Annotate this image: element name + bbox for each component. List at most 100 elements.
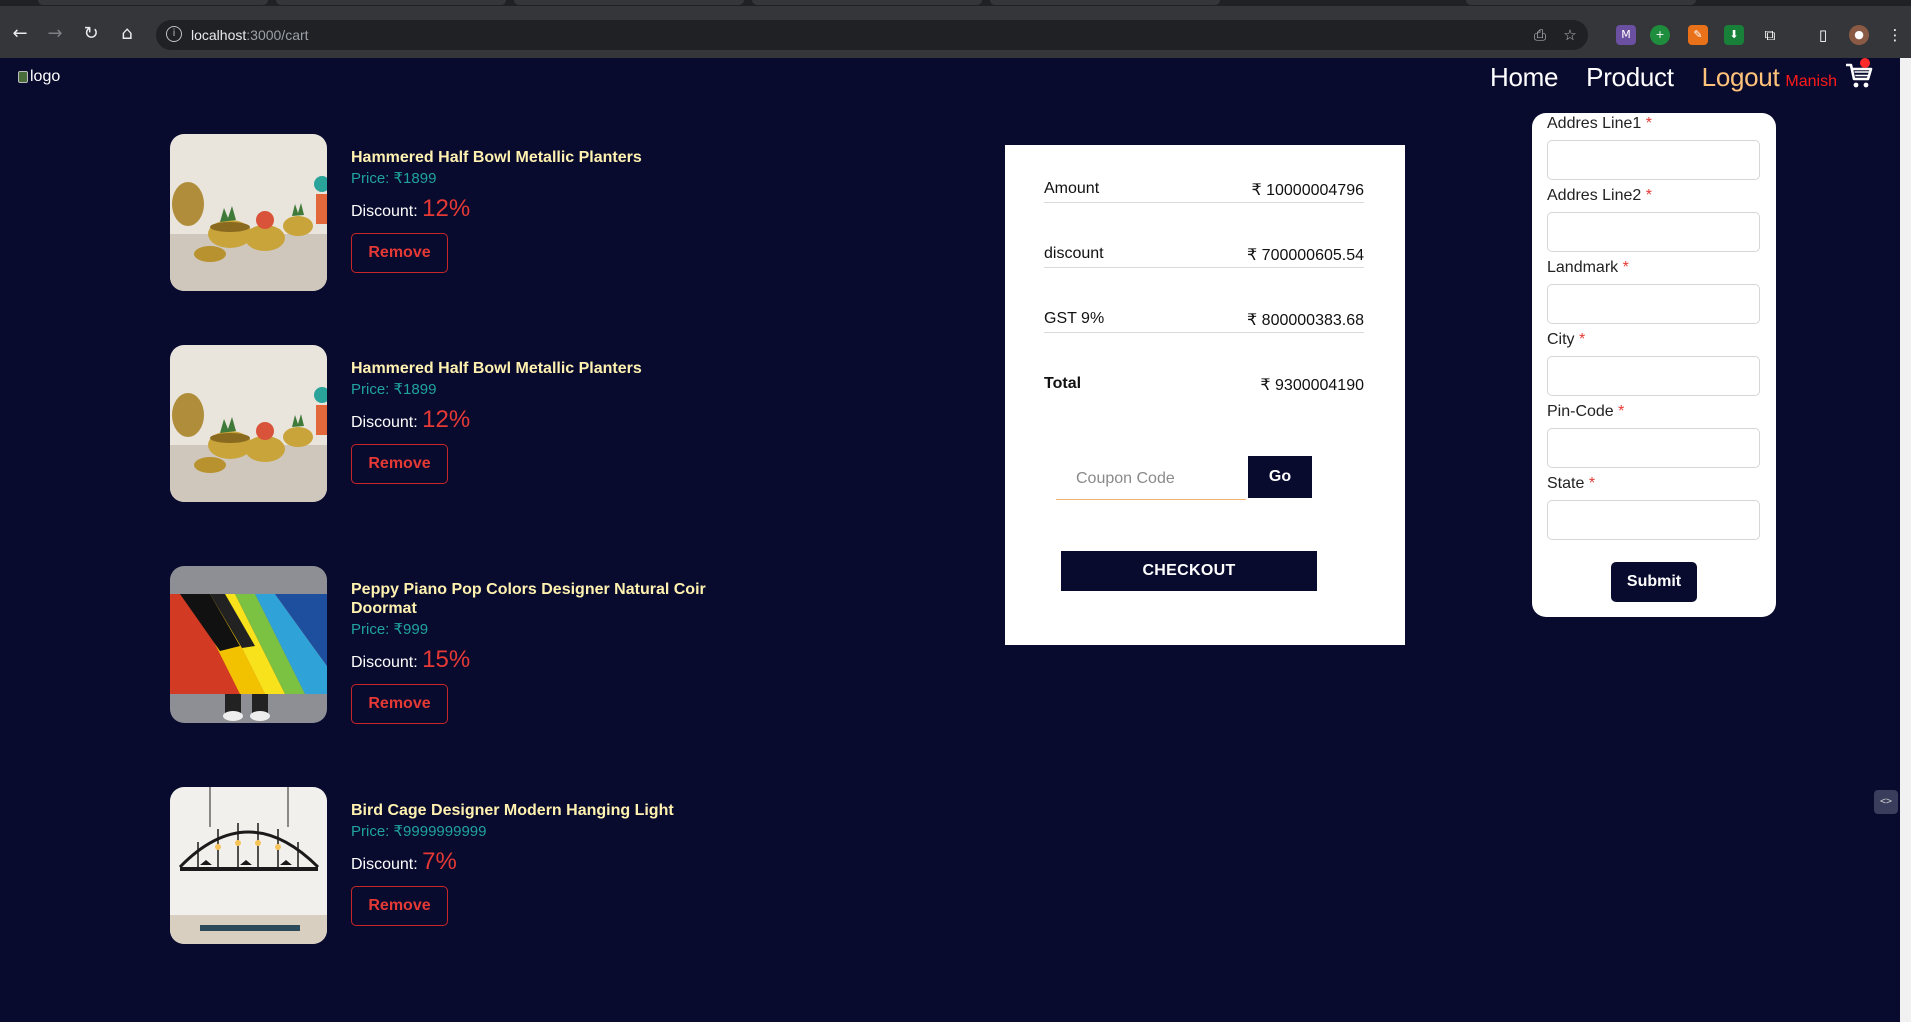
username-label: Manish bbox=[1785, 73, 1837, 90]
browser-tab[interactable] bbox=[38, 0, 268, 5]
discount-label: Discount: bbox=[351, 203, 423, 220]
state-field: State * bbox=[1547, 475, 1760, 540]
summary-value: ₹ 10000004796 bbox=[1251, 182, 1364, 199]
item-name[interactable]: Hammered Half Bowl Metallic Planters bbox=[351, 148, 731, 167]
landmark-input[interactable] bbox=[1547, 284, 1760, 324]
required-mark: * bbox=[1645, 115, 1652, 132]
remove-button[interactable]: Remove bbox=[351, 233, 448, 273]
page-scrollbar[interactable] bbox=[1900, 58, 1911, 1022]
nav-logout-link[interactable]: Logout bbox=[1702, 62, 1780, 93]
summary-row-amount: Amount ₹ 10000004796 bbox=[1044, 180, 1364, 203]
address-line2-input[interactable] bbox=[1547, 212, 1760, 252]
extension-brush-icon[interactable]: ✎ bbox=[1688, 25, 1708, 45]
browser-tab[interactable] bbox=[752, 0, 982, 5]
cart-item: Hammered Half Bowl Metallic Planters Pri… bbox=[170, 345, 731, 502]
cart-item: Peppy Piano Pop Colors Designer Natural … bbox=[170, 566, 731, 724]
broken-image-icon bbox=[18, 71, 28, 83]
item-discount: Discount: 15% bbox=[351, 646, 731, 674]
item-details: Bird Cage Designer Modern Hanging Light … bbox=[351, 787, 731, 944]
landmark-field: Landmark * bbox=[1547, 259, 1760, 324]
product-image-planters[interactable] bbox=[170, 134, 327, 291]
item-details: Hammered Half Bowl Metallic Planters Pri… bbox=[351, 134, 731, 291]
tab-strip bbox=[0, 0, 1911, 6]
item-name[interactable]: Hammered Half Bowl Metallic Planters bbox=[351, 359, 731, 378]
browser-tab[interactable] bbox=[1466, 0, 1696, 5]
nav-home-link[interactable]: Home bbox=[1490, 62, 1558, 93]
pincode-input[interactable] bbox=[1547, 428, 1760, 468]
address-line1-input[interactable] bbox=[1547, 140, 1760, 180]
checkout-button[interactable]: CHECKOUT bbox=[1061, 551, 1317, 591]
devtools-widget-icon[interactable]: <> bbox=[1874, 790, 1898, 814]
address-bar[interactable]: i localhost:3000/cart ⎙ ☆ bbox=[156, 20, 1588, 50]
extension-m-icon[interactable]: M bbox=[1616, 25, 1636, 45]
side-panel-icon[interactable]: ▯ bbox=[1813, 25, 1833, 45]
forward-icon[interactable]: → bbox=[43, 22, 67, 46]
profile-avatar-icon[interactable]: ● bbox=[1849, 25, 1869, 45]
summary-label: Total bbox=[1044, 375, 1082, 392]
discount-value: 12% bbox=[422, 406, 471, 433]
discount-label: Discount: bbox=[351, 654, 423, 671]
coupon-code-input[interactable] bbox=[1056, 458, 1246, 500]
browser-tab[interactable] bbox=[990, 0, 1220, 5]
city-field: City * bbox=[1547, 331, 1760, 396]
browser-tab[interactable] bbox=[514, 0, 744, 5]
remove-button[interactable]: Remove bbox=[351, 886, 448, 926]
field-label: State * bbox=[1547, 475, 1760, 493]
summary-row-gst: GST 9% ₹ 800000383.68 bbox=[1044, 310, 1364, 333]
item-name[interactable]: Bird Cage Designer Modern Hanging Light bbox=[351, 801, 731, 820]
price-label: Price: bbox=[351, 621, 394, 638]
item-name[interactable]: Peppy Piano Pop Colors Designer Natural … bbox=[351, 580, 731, 618]
price-value: ₹1899 bbox=[393, 381, 437, 398]
item-price: Price: ₹9999999999 bbox=[351, 822, 731, 840]
city-input[interactable] bbox=[1547, 356, 1760, 396]
back-icon[interactable]: ← bbox=[8, 22, 32, 46]
browser-toolbar: ← → ↻ ⌂ i localhost:3000/cart ⎙ ☆ M + ✎ … bbox=[0, 0, 1911, 58]
extension-plus-icon[interactable]: + bbox=[1650, 25, 1670, 45]
discount-label: Discount: bbox=[351, 856, 423, 873]
field-label: Landmark * bbox=[1547, 259, 1760, 277]
submit-address-button[interactable]: Submit bbox=[1611, 562, 1697, 602]
item-discount: Discount: 12% bbox=[351, 195, 731, 223]
url-text: localhost:3000/cart bbox=[191, 27, 309, 43]
remove-button[interactable]: Remove bbox=[351, 444, 448, 484]
nav-product-link[interactable]: Product bbox=[1586, 62, 1674, 93]
site-info-icon[interactable]: i bbox=[166, 26, 182, 42]
remove-button[interactable]: Remove bbox=[351, 684, 448, 724]
address-line2-field: Addres Line2 * bbox=[1547, 187, 1760, 252]
item-price: Price: ₹999 bbox=[351, 620, 731, 638]
summary-label: Amount bbox=[1044, 180, 1100, 197]
bookmark-star-icon[interactable]: ☆ bbox=[1560, 25, 1580, 45]
price-label: Price: bbox=[351, 170, 394, 187]
price-label: Price: bbox=[351, 381, 394, 398]
summary-label: GST 9% bbox=[1044, 310, 1105, 327]
field-label-text: Landmark bbox=[1547, 259, 1619, 276]
required-mark: * bbox=[1579, 331, 1586, 348]
browser-menu-icon[interactable]: ⋮ bbox=[1885, 25, 1905, 45]
address-form: Addres Line1 * Addres Line2 * Landmark *… bbox=[1532, 113, 1776, 617]
field-label-text: Addres Line2 bbox=[1547, 187, 1642, 204]
reload-icon[interactable]: ↻ bbox=[79, 22, 103, 46]
discount-value: 15% bbox=[422, 646, 471, 673]
home-icon[interactable]: ⌂ bbox=[115, 22, 139, 46]
cart-item: Hammered Half Bowl Metallic Planters Pri… bbox=[170, 134, 731, 291]
discount-value: 7% bbox=[422, 848, 457, 875]
price-label: Price: bbox=[351, 823, 394, 840]
product-image-lamp[interactable] bbox=[170, 787, 327, 944]
field-label: Addres Line2 * bbox=[1547, 187, 1760, 205]
extensions-puzzle-icon[interactable]: ⧉ bbox=[1760, 25, 1780, 45]
product-image-planters[interactable] bbox=[170, 345, 327, 502]
extension-download-icon[interactable]: ⬇ bbox=[1724, 25, 1744, 45]
required-mark: * bbox=[1645, 187, 1652, 204]
field-label-text: Addres Line1 bbox=[1547, 115, 1642, 132]
state-input[interactable] bbox=[1547, 500, 1760, 540]
site-logo[interactable]: logo bbox=[18, 68, 60, 86]
order-summary-card: Amount ₹ 10000004796 discount ₹ 70000060… bbox=[1005, 145, 1405, 645]
required-mark: * bbox=[1622, 259, 1629, 276]
apply-coupon-button[interactable]: Go bbox=[1248, 456, 1312, 498]
install-app-icon[interactable]: ⎙ bbox=[1530, 25, 1550, 45]
field-label-text: Pin-Code bbox=[1547, 403, 1614, 420]
product-image-doormat[interactable] bbox=[170, 566, 327, 723]
summary-value: ₹ 700000605.54 bbox=[1247, 247, 1364, 264]
browser-tab[interactable] bbox=[276, 0, 506, 5]
price-value: ₹999 bbox=[393, 621, 429, 638]
